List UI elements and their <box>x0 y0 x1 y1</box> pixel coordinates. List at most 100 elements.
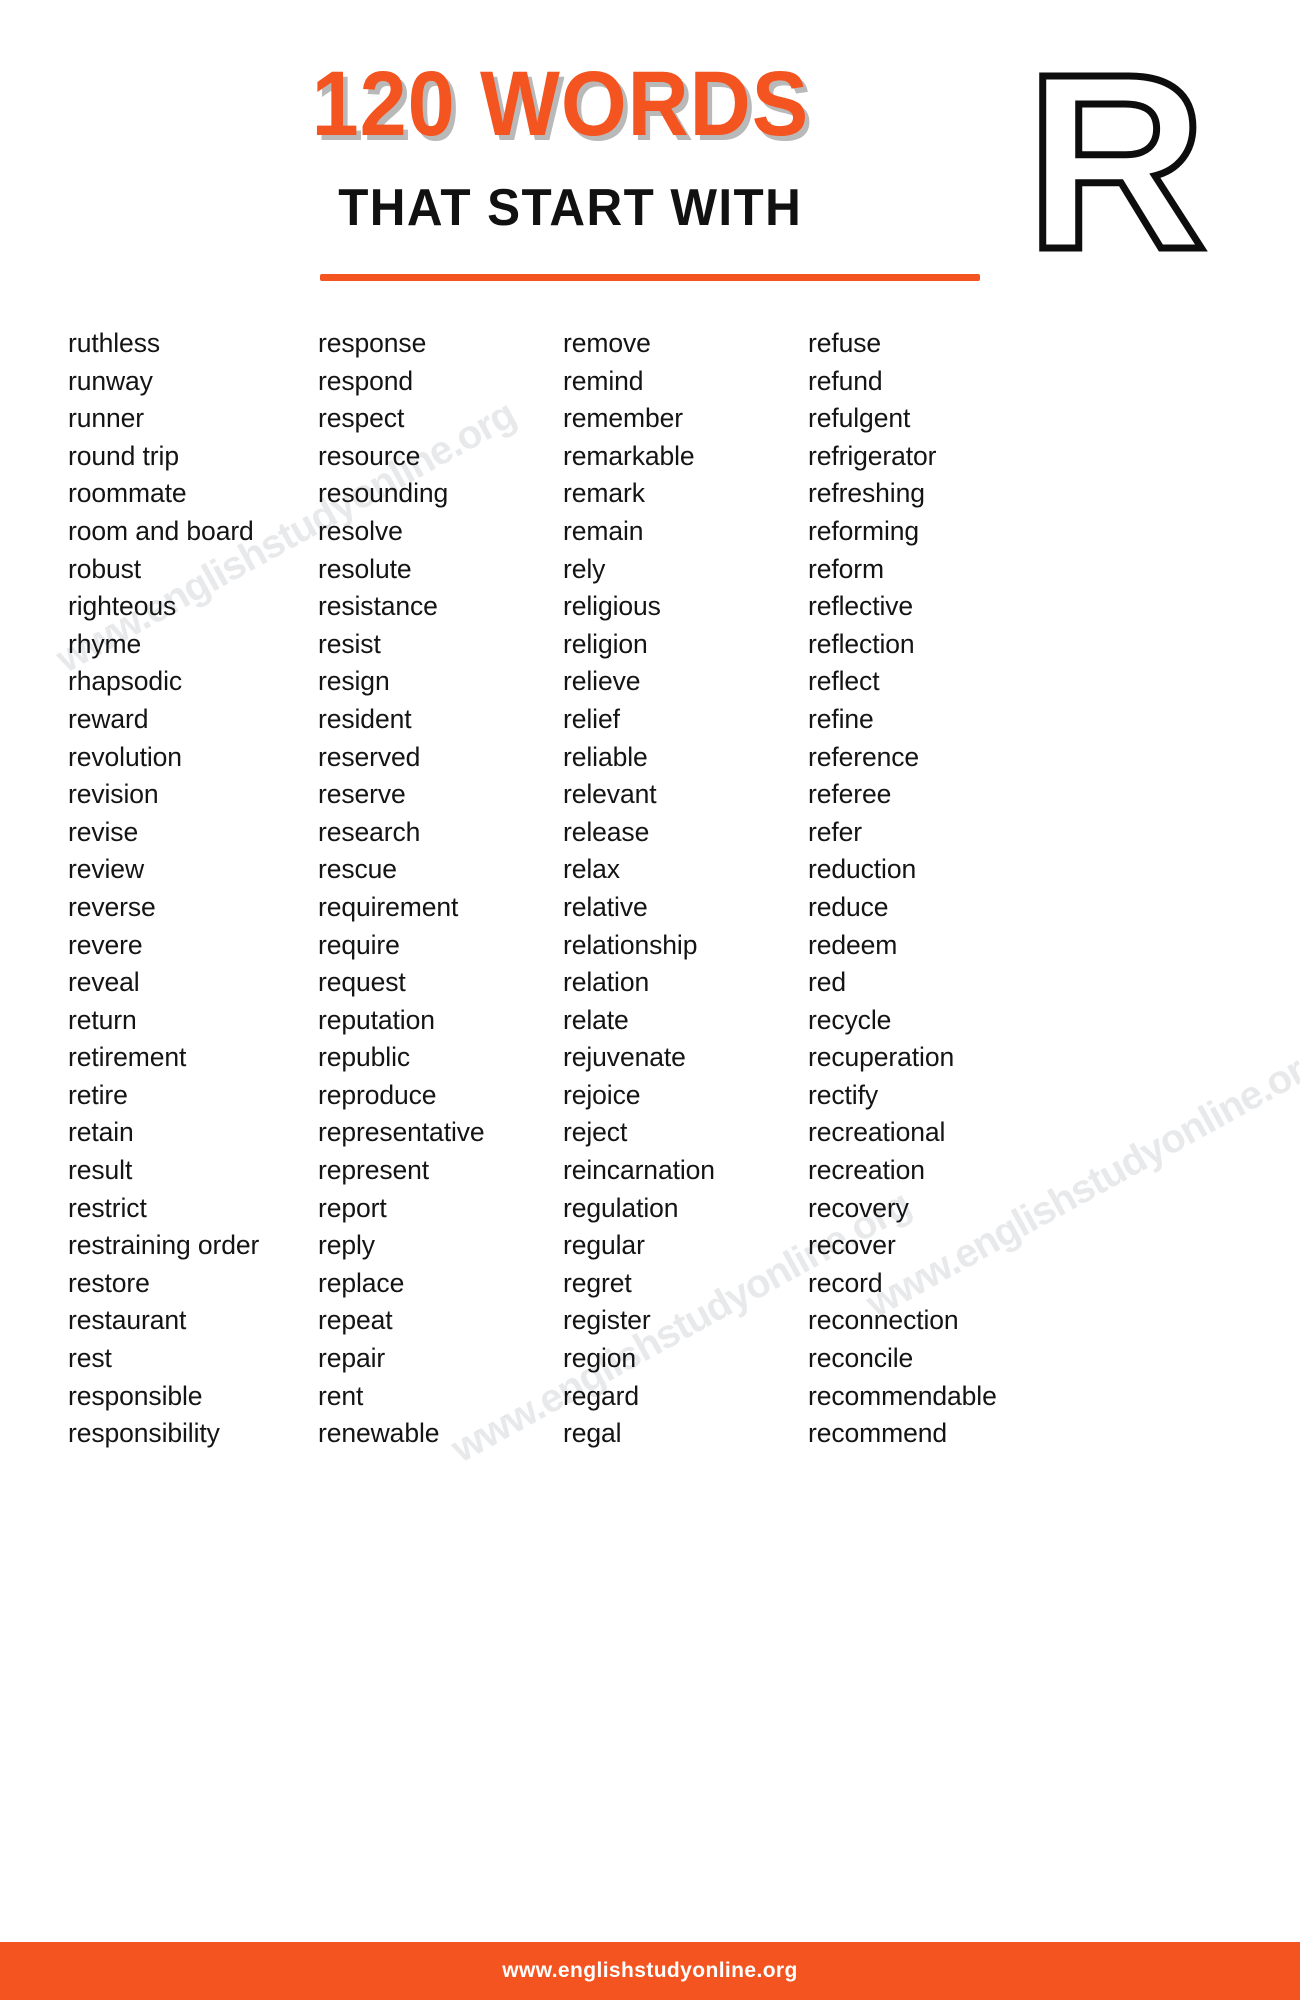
page-subtitle: THAT START WITH <box>337 179 803 237</box>
word-columns: ruthless runway runner round trip roommate ro… <box>0 325 1300 1453</box>
word-item: represent <box>318 1155 430 1186</box>
word-item: rely <box>563 553 606 584</box>
word-item: round trip <box>68 440 179 471</box>
word-item: repair <box>318 1343 386 1374</box>
word-item: righteous <box>68 591 177 622</box>
word-item: resource <box>318 440 421 471</box>
word-item: reserved <box>318 741 421 772</box>
word-item: refulgent <box>808 403 911 434</box>
word-item: remember <box>563 403 683 434</box>
word-item: relief <box>563 703 620 734</box>
accent-divider <box>320 274 980 281</box>
word-item: reflective <box>808 591 914 622</box>
word-column-4: refuse refund refulgent refrigerator refresh… <box>808 325 1108 1453</box>
word-item: relative <box>563 891 648 922</box>
word-item: restore <box>68 1267 150 1298</box>
word-item: recommend <box>808 1418 948 1449</box>
word-item: relax <box>563 854 620 885</box>
word-item: rejuvenate <box>563 1042 686 1073</box>
word-item: rest <box>68 1343 112 1374</box>
word-column-1: ruthless runway runner round trip roommate ro… <box>68 325 318 1453</box>
word-item: respect <box>318 403 405 434</box>
word-item: resolve <box>318 515 403 546</box>
word-item: refer <box>808 816 862 847</box>
footer-url: www.englishstudyonline.org <box>502 1959 798 1982</box>
word-column-3: remove remind remember remarkable remark rema… <box>563 325 808 1453</box>
word-item: relation <box>563 967 650 998</box>
word-item: reflect <box>808 666 880 697</box>
word-item: room and board <box>68 515 254 546</box>
word-item: responsibility <box>68 1418 220 1449</box>
word-item: research <box>318 816 421 847</box>
word-item: recovery <box>808 1192 909 1223</box>
word-item: reduction <box>808 854 917 885</box>
word-item: reconcile <box>808 1343 914 1374</box>
word-item: record <box>808 1267 883 1298</box>
letter-r-glyph: R <box>1026 52 1207 257</box>
word-item: reference <box>808 741 920 772</box>
word-item: reduce <box>808 891 889 922</box>
word-item: refuse <box>808 328 882 358</box>
word-item: referee <box>808 779 892 810</box>
word-item: reconnection <box>808 1305 959 1336</box>
word-item: regulation <box>563 1192 679 1223</box>
poster-header: 120 WORDS THAT START WITH R <box>0 0 1300 257</box>
word-item: region <box>563 1343 637 1374</box>
word-item: relate <box>563 1004 629 1035</box>
word-item: religious <box>563 591 661 622</box>
word-item: rhapsodic <box>68 666 183 697</box>
word-item: rhyme <box>68 628 142 659</box>
word-item: recreation <box>808 1155 925 1186</box>
word-item: restrict <box>68 1192 147 1223</box>
word-item: reveal <box>68 967 140 998</box>
word-item: review <box>68 854 144 885</box>
word-item: renewable <box>318 1418 440 1449</box>
word-item: refreshing <box>808 478 925 509</box>
word-item: religion <box>563 628 648 659</box>
footer-bar: www.englishstudyonline.org <box>0 1942 1300 2000</box>
word-item: resistance <box>318 591 438 622</box>
word-item: remind <box>563 365 644 396</box>
word-item: return <box>68 1004 137 1035</box>
word-item: release <box>563 816 650 847</box>
word-item: refrigerator <box>808 440 937 471</box>
word-item: runway <box>68 365 153 396</box>
word-item: rejoice <box>563 1079 641 1110</box>
word-item: resist <box>318 628 381 659</box>
word-item: reproduce <box>318 1079 437 1110</box>
word-item: republic <box>318 1042 411 1073</box>
word-item: ruthless <box>68 328 160 358</box>
word-item: resounding <box>318 478 449 509</box>
word-item: retire <box>68 1079 128 1110</box>
word-item: regular <box>563 1230 645 1261</box>
word-item: recuperation <box>808 1042 955 1073</box>
word-item: rectify <box>808 1079 878 1110</box>
word-item: require <box>318 929 400 960</box>
word-item: response <box>318 328 427 358</box>
word-item: runner <box>68 403 145 434</box>
word-item: red <box>808 967 847 998</box>
word-item: refine <box>808 703 874 734</box>
word-item: remarkable <box>563 440 695 471</box>
word-item: responsible <box>68 1380 203 1411</box>
word-item: resolute <box>318 553 412 584</box>
word-item: retirement <box>68 1042 187 1073</box>
word-item: retain <box>68 1117 134 1148</box>
word-item: request <box>318 967 406 998</box>
word-item: remove <box>563 328 651 358</box>
word-item: regret <box>563 1267 632 1298</box>
word-item: robust <box>68 553 142 584</box>
word-item: result <box>68 1155 133 1186</box>
word-item: reverse <box>68 891 156 922</box>
word-item: relevant <box>563 779 657 810</box>
word-item: revise <box>68 816 139 847</box>
word-item: roommate <box>68 478 187 509</box>
word-item: respond <box>318 365 414 396</box>
word-item: rescue <box>318 854 397 885</box>
word-item: refund <box>808 365 883 396</box>
word-item: rent <box>318 1380 364 1411</box>
word-item: resident <box>318 703 412 734</box>
word-item: remain <box>563 515 644 546</box>
word-item: reflection <box>808 628 915 659</box>
word-item: report <box>318 1192 387 1223</box>
